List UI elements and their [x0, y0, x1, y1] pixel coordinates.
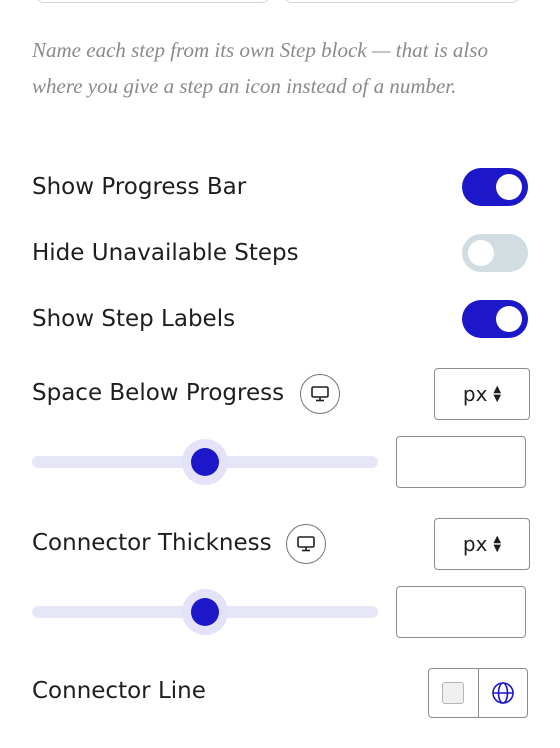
globe-icon — [491, 682, 514, 704]
responsive-device-button[interactable] — [300, 374, 340, 414]
connector-thickness-input[interactable] — [396, 586, 526, 638]
sort-arrows-icon: ▲ ▼ — [493, 384, 502, 404]
help-text: Name each step from its own Step block —… — [32, 38, 488, 98]
toggle-knob — [468, 240, 494, 266]
show-step-labels-label: Show Step Labels — [32, 306, 236, 332]
toggle-knob — [496, 306, 522, 332]
unit-select-value: px — [462, 382, 488, 406]
sort-arrows-icon: ▲ ▼ — [493, 534, 502, 554]
space-below-progress-input[interactable] — [396, 436, 526, 488]
show-progress-bar-label: Show Progress Bar — [32, 174, 247, 200]
slider-thumb[interactable] — [182, 439, 228, 485]
connector-line-controls — [428, 668, 528, 718]
show-step-labels-toggle[interactable] — [462, 300, 528, 338]
hide-unavailable-steps-label: Hide Unavailable Steps — [32, 240, 299, 266]
connector-thickness-slider[interactable] — [32, 589, 378, 635]
responsive-device-button[interactable] — [286, 524, 326, 564]
hide-unavailable-steps-toggle[interactable] — [462, 234, 528, 272]
unit-select[interactable]: px ▲ ▼ — [434, 368, 530, 420]
global-color-button[interactable] — [477, 669, 528, 717]
connector-thickness-label: Connector Thickness — [32, 530, 272, 556]
unit-select[interactable]: px ▲ ▼ — [434, 518, 530, 570]
desktop-icon — [311, 386, 329, 402]
slider-thumb-dot — [191, 598, 219, 626]
show-progress-bar-toggle[interactable] — [462, 168, 528, 206]
color-swatch-icon — [442, 682, 465, 704]
desktop-icon — [297, 536, 315, 552]
color-picker-button[interactable] — [429, 669, 478, 717]
space-below-progress-slider[interactable] — [32, 439, 378, 485]
connector-line-label: Connector Line — [32, 678, 206, 704]
settings-panel: Name each step from its own Step block —… — [0, 0, 560, 748]
top-input-left[interactable] — [36, 0, 270, 3]
top-input-right[interactable] — [284, 0, 520, 3]
slider-thumb[interactable] — [182, 589, 228, 635]
unit-select-value: px — [462, 532, 488, 556]
toggle-knob — [496, 174, 522, 200]
space-below-progress-label: Space Below Progress — [32, 380, 285, 406]
slider-thumb-dot — [191, 448, 219, 476]
